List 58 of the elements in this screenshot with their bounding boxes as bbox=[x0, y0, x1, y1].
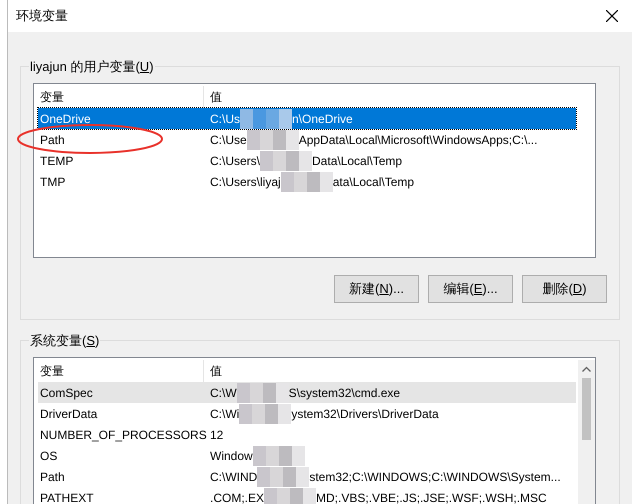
group-label: 系统变量(S) bbox=[29, 331, 100, 350]
variable-value: C:\Users\liyaj bbox=[210, 174, 281, 190]
window-title: 环境变量 bbox=[16, 7, 68, 26]
dialog-button[interactable]: 删除(D) bbox=[522, 275, 607, 303]
variable-value: stem32;C:\WINDOWS;C:\WINDOWS\System... bbox=[309, 468, 561, 486]
variable-value: n\OneDrive bbox=[292, 110, 353, 128]
variable-value: .COM;.EX bbox=[210, 490, 264, 504]
list-row[interactable]: DriverData C:\Wi ystem32\Drivers\DriverData bbox=[38, 403, 576, 424]
variable-value: S\system32\cmd.exe bbox=[288, 384, 400, 402]
mosaic-blur bbox=[246, 130, 299, 150]
variable-value: C:\Us bbox=[210, 110, 240, 128]
scrollbar[interactable] bbox=[578, 360, 595, 504]
variable-value: ystem32\Drivers\DriverData bbox=[291, 406, 439, 422]
variable-name: OneDrive bbox=[40, 112, 91, 126]
scrollbar-thumb[interactable] bbox=[582, 378, 591, 440]
column-header[interactable]: 值 bbox=[204, 360, 578, 382]
variable-value: Window bbox=[210, 448, 253, 464]
mosaic-blur bbox=[240, 108, 292, 128]
variable-name: DriverData bbox=[40, 406, 98, 420]
variable-value: C:\Users\ bbox=[210, 152, 260, 170]
mosaic-blur bbox=[264, 488, 316, 504]
mosaic-blur bbox=[257, 466, 310, 486]
mosaic-blur bbox=[252, 446, 305, 466]
list-row[interactable]: OS Window bbox=[38, 445, 576, 466]
variable-value: MD;.VBS;.VBE;.JS;.JSE;.WSF;.WSH;.MSC bbox=[316, 490, 547, 504]
dialog-button[interactable]: 编辑(E)... bbox=[428, 275, 513, 303]
mosaic-blur bbox=[280, 172, 333, 192]
variable-name: OS bbox=[40, 448, 58, 462]
variable-name: TEMP bbox=[40, 154, 74, 168]
variable-value: C:\Use bbox=[210, 132, 247, 148]
mosaic-blur bbox=[260, 150, 312, 170]
list-row[interactable]: ComSpec C:\W S\system32\cmd.exe bbox=[38, 382, 576, 403]
close-icon[interactable] bbox=[606, 10, 618, 22]
dialog-button[interactable]: 新建(N)... bbox=[334, 275, 419, 303]
group-label: liyajun 的用户变量(U) bbox=[29, 57, 155, 76]
variable-name: PATHEXT bbox=[40, 490, 94, 504]
list-row[interactable]: Path C:\WIND stem32;C:\WINDOWS;C:\WINDOWS\System... bbox=[38, 466, 576, 487]
list-row[interactable]: NUMBER_OF_PROCESSORS 12 bbox=[38, 424, 576, 445]
variable-value: 12 bbox=[210, 426, 224, 444]
variable-name: ComSpec bbox=[40, 386, 93, 400]
list-row[interactable]: TMP C:\Users\liyaj ata\Local\Temp bbox=[38, 171, 576, 192]
list-row[interactable]: TEMP C:\Users\ Data\Local\Temp bbox=[38, 150, 576, 171]
variable-value: C:\Wi bbox=[210, 406, 240, 422]
scroll-up-icon[interactable] bbox=[582, 366, 591, 372]
variable-value: ata\Local\Temp bbox=[332, 174, 414, 190]
variable-value: C:\W bbox=[210, 384, 237, 402]
variable-value: C:\WIND bbox=[210, 468, 258, 486]
column-header[interactable]: 值 bbox=[204, 86, 591, 108]
list-row[interactable]: PATHEXT .COM;.EX MD;.VBS;.VBE;.JS;.JSE;.WSF;.WSH;.MSC bbox=[38, 487, 576, 504]
variable-value: AppData\Local\Microsoft\WindowsApps;C:\... bbox=[298, 132, 538, 148]
variable-name: NUMBER_OF_PROCESSORS bbox=[40, 428, 207, 442]
variable-name: TMP bbox=[40, 174, 66, 188]
list-row[interactable]: Path C:\Use AppData\Local\Microsoft\WindowsApps;C:\... bbox=[38, 129, 576, 150]
variable-name: Path bbox=[40, 132, 65, 146]
list-row[interactable]: OneDrive C:\Us n\OneDrive bbox=[38, 108, 576, 129]
variable-value: Data\Local\Temp bbox=[312, 152, 402, 170]
mosaic-blur bbox=[239, 404, 292, 424]
variable-name: Path bbox=[40, 470, 65, 484]
